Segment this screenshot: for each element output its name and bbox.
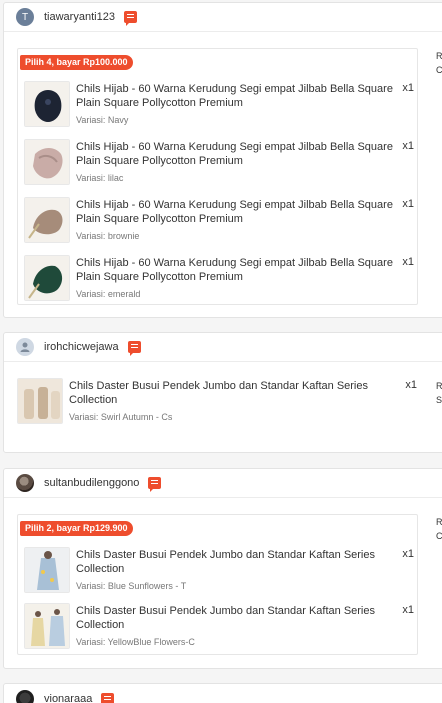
product-quantity: x1 bbox=[402, 140, 414, 152]
product-thumbnail bbox=[17, 378, 63, 424]
product-quantity: x1 bbox=[405, 379, 417, 391]
list-item[interactable]: Chils Daster Busui Pendek Jumbo dan Stan… bbox=[17, 378, 417, 430]
product-title[interactable]: Chils Hijab - 60 Warna Kerudung Segi emp… bbox=[76, 198, 394, 226]
side-text: C bbox=[436, 531, 442, 541]
buyer-username[interactable]: irohchicwejawa bbox=[44, 341, 119, 353]
order-side-column: R S bbox=[436, 379, 442, 407]
list-item[interactable]: Chils Hijab - 60 Warna Kerudung Segi emp… bbox=[24, 255, 414, 307]
avatar[interactable]: T bbox=[16, 8, 34, 26]
avatar[interactable] bbox=[16, 474, 34, 492]
order-side-column: R C bbox=[436, 515, 442, 543]
order-header: sultanbudilenggono bbox=[4, 469, 442, 498]
order-header: irohchicwejawa bbox=[4, 333, 442, 362]
buyer-username[interactable]: tiawaryanti123 bbox=[44, 11, 115, 23]
order-card: sultanbudilenggono Pilih 2, bayar Rp129.… bbox=[3, 468, 442, 669]
order-side-column: R C bbox=[436, 49, 442, 77]
list-item[interactable]: Chils Daster Busui Pendek Jumbo dan Stan… bbox=[24, 603, 414, 655]
chat-icon[interactable] bbox=[148, 477, 162, 492]
product-variant: Variasi: emerald bbox=[76, 289, 141, 299]
side-text: R bbox=[436, 517, 442, 527]
product-variant: Variasi: brownie bbox=[76, 231, 140, 241]
bundle-deal-badge: Pilih 4, bayar Rp100.000 bbox=[20, 55, 133, 70]
buyer-username[interactable]: vionaraaa bbox=[44, 693, 92, 703]
product-variant: Variasi: Swirl Autumn - Cs bbox=[69, 412, 173, 422]
bundle-group: Pilih 4, bayar Rp100.000 Chils Hijab - 6… bbox=[17, 48, 418, 305]
avatar[interactable] bbox=[16, 338, 34, 356]
list-item[interactable]: Chils Hijab - 60 Warna Kerudung Segi emp… bbox=[24, 197, 414, 249]
product-thumbnail bbox=[24, 547, 70, 593]
product-title[interactable]: Chils Hijab - 60 Warna Kerudung Segi emp… bbox=[76, 140, 394, 168]
product-quantity: x1 bbox=[402, 82, 414, 94]
side-text: C bbox=[436, 65, 442, 75]
list-item[interactable]: Chils Hijab - 60 Warna Kerudung Segi emp… bbox=[24, 139, 414, 191]
product-variant: Variasi: Blue Sunflowers - T bbox=[76, 581, 187, 591]
product-quantity: x1 bbox=[402, 548, 414, 560]
bundle-group: Pilih 2, bayar Rp129.900 Chils Daster Bu… bbox=[17, 514, 418, 655]
chat-icon[interactable] bbox=[127, 341, 141, 356]
product-title[interactable]: Chils Hijab - 60 Warna Kerudung Segi emp… bbox=[76, 82, 394, 110]
product-quantity: x1 bbox=[402, 256, 414, 268]
product-thumbnail bbox=[24, 81, 70, 127]
order-header: T tiawaryanti123 bbox=[4, 3, 442, 32]
product-thumbnail bbox=[24, 255, 70, 301]
list-item[interactable]: Chils Hijab - 60 Warna Kerudung Segi emp… bbox=[24, 81, 414, 133]
product-thumbnail bbox=[24, 139, 70, 185]
avatar[interactable] bbox=[16, 689, 34, 703]
side-text: S bbox=[436, 395, 442, 405]
bundle-deal-badge: Pilih 2, bayar Rp129.900 bbox=[20, 521, 133, 536]
product-thumbnail bbox=[24, 603, 70, 649]
list-item[interactable]: Chils Daster Busui Pendek Jumbo dan Stan… bbox=[24, 547, 414, 599]
product-title[interactable]: Chils Daster Busui Pendek Jumbo dan Stan… bbox=[76, 604, 394, 632]
product-quantity: x1 bbox=[402, 604, 414, 616]
product-thumbnail bbox=[24, 197, 70, 243]
product-variant: Variasi: lilac bbox=[76, 173, 124, 183]
product-title[interactable]: Chils Daster Busui Pendek Jumbo dan Stan… bbox=[69, 379, 401, 407]
order-header: vionaraaa bbox=[4, 684, 442, 703]
chat-icon[interactable] bbox=[101, 692, 115, 703]
order-card: irohchicwejawa Chils Daster Busui Pendek… bbox=[3, 332, 442, 453]
order-card: T tiawaryanti123 Pilih 4, bayar Rp100.00… bbox=[3, 2, 442, 318]
product-variant: Variasi: Navy bbox=[76, 115, 129, 125]
chat-icon[interactable] bbox=[123, 11, 137, 26]
order-card: vionaraaa bbox=[3, 683, 442, 703]
buyer-username[interactable]: sultanbudilenggono bbox=[44, 477, 139, 489]
product-title[interactable]: Chils Hijab - 60 Warna Kerudung Segi emp… bbox=[76, 256, 394, 284]
side-text: R bbox=[436, 381, 442, 391]
side-text: R bbox=[436, 51, 442, 61]
product-variant: Variasi: YellowBlue Flowers-C bbox=[76, 637, 195, 647]
product-title[interactable]: Chils Daster Busui Pendek Jumbo dan Stan… bbox=[76, 548, 394, 576]
product-quantity: x1 bbox=[402, 198, 414, 210]
